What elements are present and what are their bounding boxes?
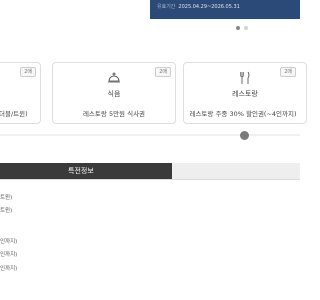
carousel-dot-1[interactable] xyxy=(236,26,240,30)
carousel-scrollbar-track[interactable] xyxy=(0,134,300,136)
card-title: 레스토랑 xyxy=(232,90,258,98)
validity-value: 2025.04.29~2026.05.31 xyxy=(178,4,240,10)
quantity-badge: 2매 xyxy=(155,67,171,77)
card-description: 레스토랑 5만원 식사권 xyxy=(82,110,146,118)
info-tab-bar: 특전정보 xyxy=(0,163,300,180)
benefit-card-dining[interactable]: 2매 식음 레스토랑 5만원 식사권 xyxy=(52,62,176,124)
food-cloche-icon xyxy=(108,72,120,83)
benefit-card-restaurant[interactable]: 2매 레스토랑 레스토랑 주중 30% 할인권(~4인까지) xyxy=(183,62,307,124)
validity-banner: 유효기간 2025.04.29~2026.05.31 xyxy=(150,0,300,19)
validity-label: 유효기간 xyxy=(157,4,176,10)
tab-benefit-info[interactable]: 특전정보 xyxy=(0,163,172,179)
card-description: 더블/트윈) xyxy=(0,110,28,118)
detail-line: 인까지) xyxy=(0,266,18,272)
quantity-badge: 2매 xyxy=(280,67,296,77)
detail-line: 인까지) xyxy=(0,252,18,258)
benefit-card-room[interactable]: 2매 더블/트윈) xyxy=(0,62,41,124)
detail-line: 트윈) xyxy=(0,208,13,214)
card-title: 식음 xyxy=(107,90,121,98)
quantity-badge: 2매 xyxy=(20,67,36,77)
detail-line: 인까지) xyxy=(0,239,18,245)
tab-label: 특전정보 xyxy=(68,167,94,175)
card-description: 레스토랑 주중 30% 할인권(~4인까지) xyxy=(189,110,297,118)
validity-text: 유효기간 2025.04.29~2026.05.31 xyxy=(157,3,240,10)
cutlery-icon xyxy=(240,71,250,84)
carousel-scrollbar-thumb[interactable] xyxy=(240,131,249,140)
detail-line: 트윈) xyxy=(0,195,13,201)
carousel-dot-2[interactable] xyxy=(244,26,248,30)
